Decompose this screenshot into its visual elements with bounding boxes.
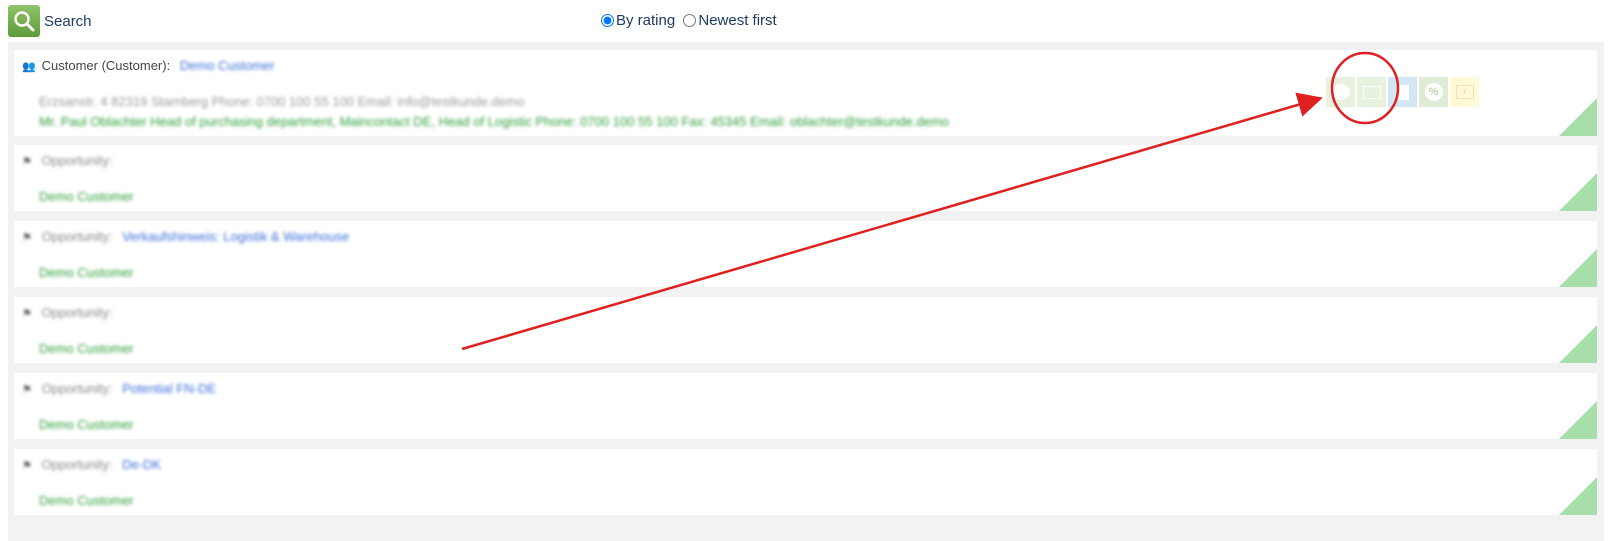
rating-corner-marker	[1559, 477, 1597, 515]
result-link[interactable]: Demo Customer	[180, 58, 275, 73]
sort-by-rating-radio[interactable]	[601, 14, 614, 27]
calendar-text: 7	[1455, 85, 1474, 99]
result-card-opportunity[interactable]: ⚑ Opportunity: Demo Customer	[14, 297, 1597, 363]
sort-options: By rating Newest first	[601, 12, 781, 31]
toolbar: Search By rating Newest first	[0, 0, 1611, 42]
result-customer[interactable]: Demo Customer	[39, 493, 134, 508]
pdf-icon[interactable]	[1388, 77, 1417, 107]
comment-icon[interactable]	[1326, 77, 1355, 107]
result-card-opportunity[interactable]: ⚑ Opportunity: Demo Customer	[14, 145, 1597, 211]
result-customer[interactable]: Demo Customer	[39, 417, 134, 432]
sort-by-rating[interactable]: By rating	[601, 12, 675, 29]
result-type-row: ⚑ Opportunity:	[22, 305, 118, 320]
magnifier-icon	[14, 11, 35, 32]
calendar-icon[interactable]: 7	[1450, 77, 1479, 107]
result-type-label: Customer (Customer):	[41, 58, 171, 73]
result-type-label: Opportunity:	[41, 457, 113, 472]
rating-corner-marker	[1559, 173, 1597, 211]
mail-icon[interactable]	[1357, 77, 1386, 107]
result-type-label: Opportunity:	[41, 381, 113, 396]
percent-text: %	[1424, 83, 1443, 101]
result-type-row: ⚑ Opportunity: De-DK	[22, 457, 161, 472]
rating-corner-marker	[1559, 401, 1597, 439]
percent-icon[interactable]: %	[1419, 77, 1448, 107]
result-link[interactable]: Potential FN-DE	[122, 381, 216, 396]
opportunity-icon: ⚑	[22, 156, 32, 168]
search-button[interactable]	[8, 5, 40, 37]
customer-contact: Mr. Paul Oblachter Head of purchasing de…	[39, 114, 950, 129]
result-link[interactable]: De-DK	[122, 457, 161, 472]
result-type-row: 👥 Customer (Customer): Demo Customer	[22, 58, 274, 73]
result-customer[interactable]: Demo Customer	[39, 265, 134, 280]
result-type-label: Opportunity:	[41, 153, 113, 168]
result-type-row: ⚑ Opportunity: Verkaufshinweis: Logistik…	[22, 229, 349, 244]
rating-corner-marker	[1559, 249, 1597, 287]
result-customer[interactable]: Demo Customer	[39, 341, 134, 356]
rating-corner-marker	[1559, 98, 1597, 136]
opportunity-icon: ⚑	[22, 308, 32, 320]
result-type-row: ⚑ Opportunity:	[22, 153, 118, 168]
users-icon: 👥	[22, 61, 36, 73]
results-list: 👥 Customer (Customer): Demo Customer Erz…	[8, 42, 1604, 541]
result-card-opportunity[interactable]: ⚑ Opportunity: Verkaufshinweis: Logistik…	[14, 221, 1597, 287]
result-type-label: Opportunity:	[41, 229, 113, 244]
rating-corner-marker	[1559, 325, 1597, 363]
result-customer[interactable]: Demo Customer	[39, 189, 134, 204]
opportunity-icon: ⚑	[22, 460, 32, 472]
result-link[interactable]: Verkaufshinweis: Logistik & Warehouse	[122, 229, 349, 244]
result-type-row: ⚑ Opportunity: Potential FN-DE	[22, 381, 216, 396]
sort-newest-first-label: Newest first	[698, 12, 777, 29]
result-card-opportunity[interactable]: ⚑ Opportunity: Potential FN-DE Demo Cust…	[14, 373, 1597, 439]
opportunity-icon: ⚑	[22, 384, 32, 396]
result-type-label: Opportunity:	[41, 305, 113, 320]
customer-address: Erzsanstr. 4 82319 Starnberg Phone: 0700…	[39, 94, 525, 109]
sort-newest-first-radio[interactable]	[683, 14, 697, 27]
sort-newest-first[interactable]: Newest first	[683, 12, 777, 29]
opportunity-icon: ⚑	[22, 232, 32, 244]
sort-by-rating-label: By rating	[616, 12, 676, 29]
search-label[interactable]: Search	[44, 13, 92, 30]
result-card-customer[interactable]: 👥 Customer (Customer): Demo Customer Erz…	[14, 50, 1597, 136]
result-card-opportunity[interactable]: ⚑ Opportunity: De-DK Demo Customer	[14, 449, 1597, 515]
result-actions: % 7	[1326, 77, 1479, 107]
